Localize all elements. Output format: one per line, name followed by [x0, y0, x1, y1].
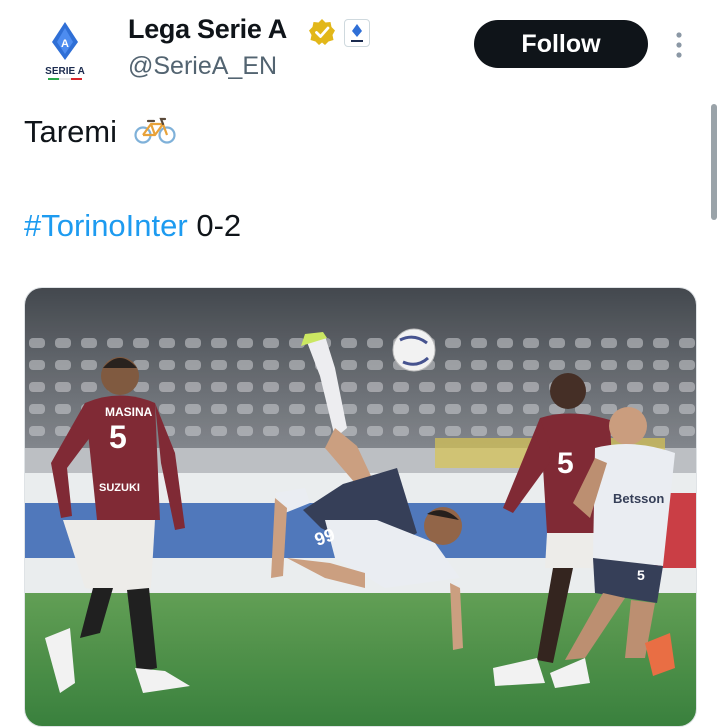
- tweet-text-line-2: #TorinoInter 0-2: [24, 208, 241, 244]
- hashtag-link[interactable]: #TorinoInter: [24, 208, 188, 243]
- bicycle-icon: [134, 115, 176, 153]
- account-handle[interactable]: @SerieA_EN: [128, 52, 277, 81]
- match-score: 0-2: [187, 208, 242, 243]
- verified-badge-icon: [308, 18, 336, 46]
- tweet-photo[interactable]: MASINA 5 SUZUKI 99 5 Betsson 5: [24, 287, 697, 727]
- more-options-icon[interactable]: [672, 28, 686, 62]
- account-name[interactable]: Lega Serie A: [128, 14, 287, 45]
- logo-text: SERIE A: [45, 66, 85, 77]
- tweet-text-line-1: Taremi: [24, 114, 176, 153]
- tweet-text-taremi: Taremi: [24, 114, 118, 149]
- serie-a-logo-avatar[interactable]: A SERIE A: [38, 20, 92, 84]
- svg-text:A: A: [61, 38, 69, 50]
- affiliate-badge-icon[interactable]: [344, 19, 370, 47]
- follow-button[interactable]: Follow: [474, 20, 648, 68]
- tweet-header: A SERIE A Lega Serie A @SerieA_EN Follow: [0, 0, 720, 100]
- scrollbar[interactable]: [711, 104, 717, 220]
